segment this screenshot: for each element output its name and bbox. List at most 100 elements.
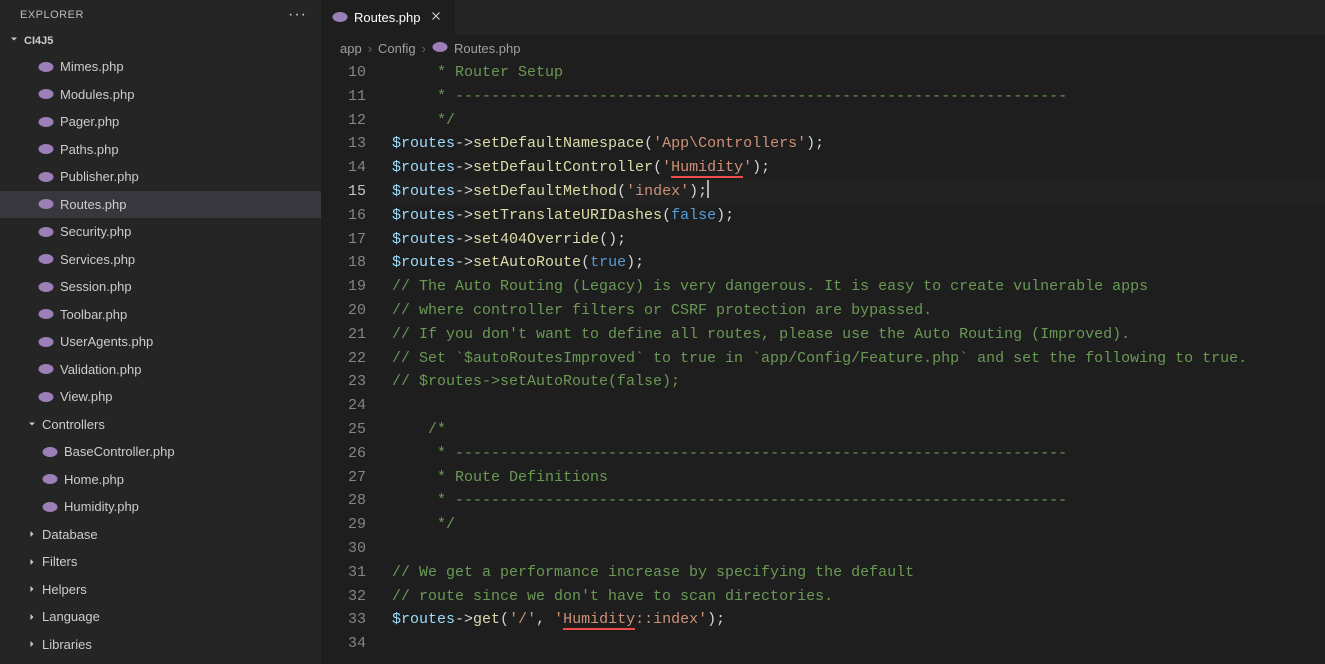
folder-item[interactable]: Database — [0, 521, 321, 549]
file-label: Security.php — [60, 224, 131, 239]
code-line[interactable]: * Router Setup — [392, 61, 1325, 85]
file-item[interactable]: Mimes.php — [0, 53, 321, 81]
file-item[interactable]: Humidity.php — [0, 493, 321, 521]
code-line[interactable]: $routes->setTranslateURIDashes(false); — [392, 204, 1325, 228]
code-line[interactable]: /* — [392, 418, 1325, 442]
explorer-more-icon[interactable]: ··· — [288, 6, 307, 24]
php-icon — [42, 471, 58, 487]
file-item[interactable]: Validation.php — [0, 356, 321, 384]
line-number: 31 — [322, 561, 366, 585]
folder-label: Database — [42, 527, 98, 542]
tab-bar: Routes.php — [322, 0, 1325, 35]
folder-item[interactable]: Helpers — [0, 576, 321, 604]
line-number: 24 — [322, 394, 366, 418]
project-header[interactable]: CI4J5 — [0, 30, 321, 51]
folder-label: Libraries — [42, 637, 92, 652]
php-icon — [38, 361, 54, 377]
chevron-right-icon — [24, 556, 40, 568]
code-line[interactable]: $routes->set404Override(); — [392, 228, 1325, 252]
close-icon[interactable] — [427, 9, 445, 26]
code-line[interactable]: // route since we don't have to scan dir… — [392, 585, 1325, 609]
code-line[interactable]: $routes->setDefaultNamespace('App\Contro… — [392, 132, 1325, 156]
code-line[interactable]: $routes->setDefaultMethod('index'); — [392, 180, 1325, 204]
code-line[interactable]: // where controller filters or CSRF prot… — [392, 299, 1325, 323]
file-label: Humidity.php — [64, 499, 139, 514]
breadcrumb-part[interactable]: Routes.php — [454, 41, 521, 56]
file-label: Modules.php — [60, 87, 134, 102]
line-number: 29 — [322, 513, 366, 537]
code-line[interactable]: $routes->setAutoRoute(true); — [392, 251, 1325, 275]
line-number: 22 — [322, 347, 366, 371]
code-line[interactable]: */ — [392, 109, 1325, 133]
code-area[interactable]: * Router Setup * -----------------------… — [392, 61, 1325, 664]
file-label: Services.php — [60, 252, 135, 267]
php-icon — [38, 279, 54, 295]
code-line[interactable]: * --------------------------------------… — [392, 442, 1325, 466]
chevron-right-icon: › — [368, 41, 372, 56]
file-tree[interactable]: Mimes.php Modules.php Pager.php Paths.phpPu… — [0, 51, 321, 664]
file-label: View.php — [60, 389, 113, 404]
main-area: Routes.php app › Config › Routes.php 10 1… — [322, 0, 1325, 664]
tab-routes[interactable]: Routes.php — [322, 0, 456, 35]
line-number: 13 — [322, 132, 366, 156]
file-item[interactable]: View.php — [0, 383, 321, 411]
code-line[interactable]: // The Auto Routing (Legacy) is very dan… — [392, 275, 1325, 299]
code-line[interactable]: // If you don't want to define all route… — [392, 323, 1325, 347]
file-item[interactable]: Services.php — [0, 246, 321, 274]
file-item[interactable]: Publisher.php — [0, 163, 321, 191]
folder-item[interactable]: Language — [0, 603, 321, 631]
php-icon — [38, 141, 54, 157]
line-number: 23 — [322, 370, 366, 394]
code-line[interactable]: * --------------------------------------… — [392, 489, 1325, 513]
file-item[interactable]: Toolbar.php — [0, 301, 321, 329]
file-item[interactable]: Security.php — [0, 218, 321, 246]
file-item[interactable]: Home.php — [0, 466, 321, 494]
line-number: 28 — [322, 489, 366, 513]
line-number: 32 — [322, 585, 366, 609]
breadcrumb-part[interactable]: app — [340, 41, 362, 56]
file-label: Toolbar.php — [60, 307, 127, 322]
file-label: UserAgents.php — [60, 334, 153, 349]
file-item[interactable]: Session.php — [0, 273, 321, 301]
php-icon — [38, 86, 54, 102]
file-item[interactable]: BaseController.php — [0, 438, 321, 466]
chevron-right-icon: › — [422, 41, 426, 56]
file-item[interactable]: Paths.php — [0, 136, 321, 164]
code-line[interactable] — [392, 632, 1325, 656]
line-number: 21 — [322, 323, 366, 347]
code-line[interactable]: // $routes->setAutoRoute(false); — [392, 370, 1325, 394]
code-line[interactable] — [392, 394, 1325, 418]
file-item[interactable]: Modules.php — [0, 81, 321, 109]
code-line[interactable]: // Set `$autoRoutesImproved` to true in … — [392, 347, 1325, 371]
code-line[interactable]: */ — [392, 513, 1325, 537]
file-item[interactable]: Routes.php — [0, 191, 321, 219]
code-line[interactable]: $routes->setDefaultController('Humidity'… — [392, 156, 1325, 180]
editor[interactable]: 1011121314151617181920212223242526272829… — [322, 61, 1325, 664]
folder-item[interactable]: Controllers — [0, 411, 321, 439]
code-line[interactable]: * Route Definitions — [392, 466, 1325, 490]
breadcrumb[interactable]: app › Config › Routes.php — [322, 35, 1325, 61]
code-line[interactable]: $routes->get('/', 'Humidity::index'); — [392, 608, 1325, 632]
php-icon — [38, 114, 54, 130]
code-line[interactable]: // We get a performance increase by spec… — [392, 561, 1325, 585]
code-line[interactable] — [392, 537, 1325, 561]
file-label: Pager.php — [60, 114, 119, 129]
php-icon — [38, 251, 54, 267]
text-cursor — [707, 180, 709, 198]
gutter: 1011121314151617181920212223242526272829… — [322, 61, 392, 664]
breadcrumb-part[interactable]: Config — [378, 41, 416, 56]
line-number: 18 — [322, 251, 366, 275]
line-number: 25 — [322, 418, 366, 442]
code-line[interactable]: * --------------------------------------… — [392, 85, 1325, 109]
file-item[interactable]: Pager.php — [0, 108, 321, 136]
folder-item[interactable]: Libraries — [0, 631, 321, 659]
line-number: 17 — [322, 228, 366, 252]
line-number: 12 — [322, 109, 366, 133]
php-icon — [38, 169, 54, 185]
folder-item[interactable]: Filters — [0, 548, 321, 576]
php-icon — [38, 59, 54, 75]
folder-label: Helpers — [42, 582, 87, 597]
php-icon — [38, 389, 54, 405]
line-number: 10 — [322, 61, 366, 85]
file-item[interactable]: UserAgents.php — [0, 328, 321, 356]
